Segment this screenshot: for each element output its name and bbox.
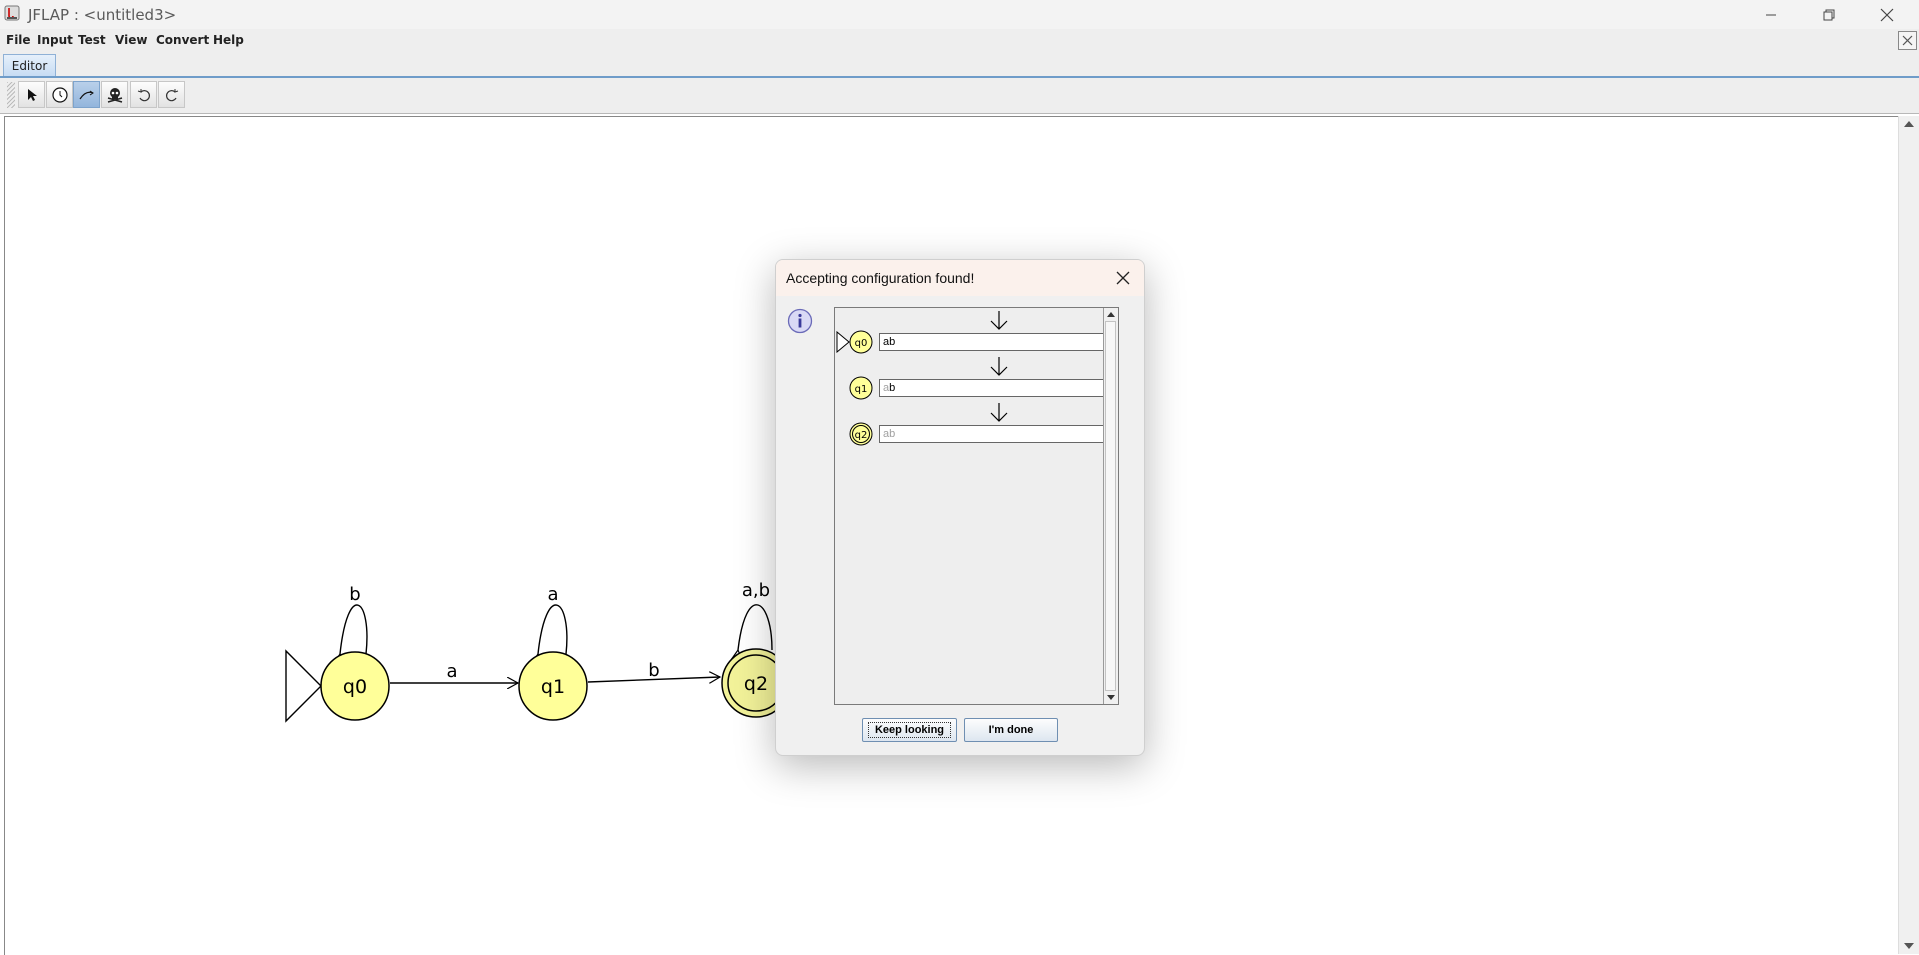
state-q1[interactable]: q1	[518, 651, 588, 721]
config-input-tape: ab	[879, 379, 1105, 397]
menu-help[interactable]: Help	[213, 33, 244, 47]
undo-button[interactable]	[130, 81, 157, 108]
config-state-icon: q1	[849, 376, 873, 400]
scroll-up-icon[interactable]	[1904, 121, 1914, 127]
transition-arrow-icon	[79, 90, 94, 99]
restore-icon	[1823, 9, 1835, 20]
state-label: q0	[343, 676, 367, 698]
accepting-configuration-dialog: Accepting configuration found! q0 ab q1	[775, 259, 1145, 756]
remaining-input: ab	[883, 336, 896, 348]
state-label: q1	[541, 676, 565, 698]
redo-icon	[165, 88, 178, 101]
scroll-up-icon[interactable]	[1107, 312, 1115, 317]
menu-input[interactable]: Input	[37, 33, 73, 47]
close-icon	[1116, 271, 1130, 285]
close-icon	[1902, 35, 1913, 46]
menu-bar: File Input Test View Convert Help	[0, 29, 1919, 52]
state-q0[interactable]: q0	[320, 651, 390, 721]
undo-icon	[137, 88, 150, 101]
state-label: q2	[744, 673, 768, 695]
minimize-button[interactable]	[1742, 0, 1800, 29]
config-state-icon: q0	[849, 330, 873, 354]
transition-creator-button[interactable]	[73, 81, 100, 108]
tab-editor[interactable]: Editor	[3, 54, 56, 76]
restore-button[interactable]	[1800, 0, 1858, 29]
trace-scrollbar[interactable]	[1103, 308, 1118, 704]
minimize-icon	[1766, 14, 1776, 15]
state-circle-icon	[51, 86, 68, 103]
scroll-down-icon[interactable]	[1107, 695, 1115, 700]
dialog-title-bar: Accepting configuration found!	[776, 260, 1144, 296]
attribute-editor-button[interactable]	[18, 81, 45, 108]
toolbar-grip[interactable]	[7, 82, 15, 108]
done-label: I'm done	[988, 724, 1034, 736]
menu-view[interactable]: View	[115, 33, 147, 47]
config-state-label: q2	[855, 430, 868, 441]
configuration-row[interactable]: q1 ab	[835, 376, 1105, 400]
deleter-button[interactable]	[101, 81, 128, 108]
dialog-title: Accepting configuration found!	[786, 270, 975, 286]
close-icon	[1880, 8, 1894, 21]
remaining-input: b	[889, 382, 896, 394]
redo-button[interactable]	[158, 81, 185, 108]
scroll-down-icon[interactable]	[1904, 943, 1914, 949]
done-button[interactable]: I'm done	[964, 718, 1058, 742]
keep-looking-button[interactable]: Keep looking	[862, 718, 957, 742]
canvas-scrollbar[interactable]	[1898, 116, 1919, 954]
configuration-trace-panel[interactable]: q0 ab q1 ab q2 ab	[834, 307, 1119, 705]
config-input-tape: ab	[879, 425, 1105, 443]
config-input-tape: ab	[879, 333, 1105, 351]
initial-state-marker	[836, 331, 850, 353]
info-icon	[787, 308, 813, 334]
scroll-thumb[interactable]	[1105, 321, 1116, 691]
skull-icon	[107, 87, 122, 103]
close-button[interactable]	[1858, 0, 1916, 29]
close-editor-button[interactable]	[1898, 31, 1917, 50]
title-bar: JFLAP : <untitled3>	[0, 0, 1919, 29]
keep-looking-label: Keep looking	[867, 722, 952, 738]
dialog-close-button[interactable]	[1114, 269, 1132, 287]
toolbar	[0, 78, 1919, 114]
tab-strip: Editor	[0, 52, 1919, 78]
configuration-row[interactable]: q2 ab	[835, 422, 1105, 446]
consumed-input: ab	[883, 428, 896, 440]
arrow-cursor-icon	[27, 88, 37, 101]
menu-file[interactable]: File	[6, 33, 31, 47]
menu-test[interactable]: Test	[78, 33, 106, 47]
window-title: JFLAP : <untitled3>	[28, 6, 177, 24]
menu-convert[interactable]: Convert	[156, 33, 209, 47]
jflap-app-icon	[4, 5, 20, 21]
state-creator-button[interactable]	[46, 81, 73, 108]
config-state-label: q1	[855, 384, 868, 395]
config-state-icon: q2	[849, 422, 873, 446]
configuration-row[interactable]: q0 ab	[835, 330, 1105, 354]
config-state-label: q0	[855, 338, 868, 349]
